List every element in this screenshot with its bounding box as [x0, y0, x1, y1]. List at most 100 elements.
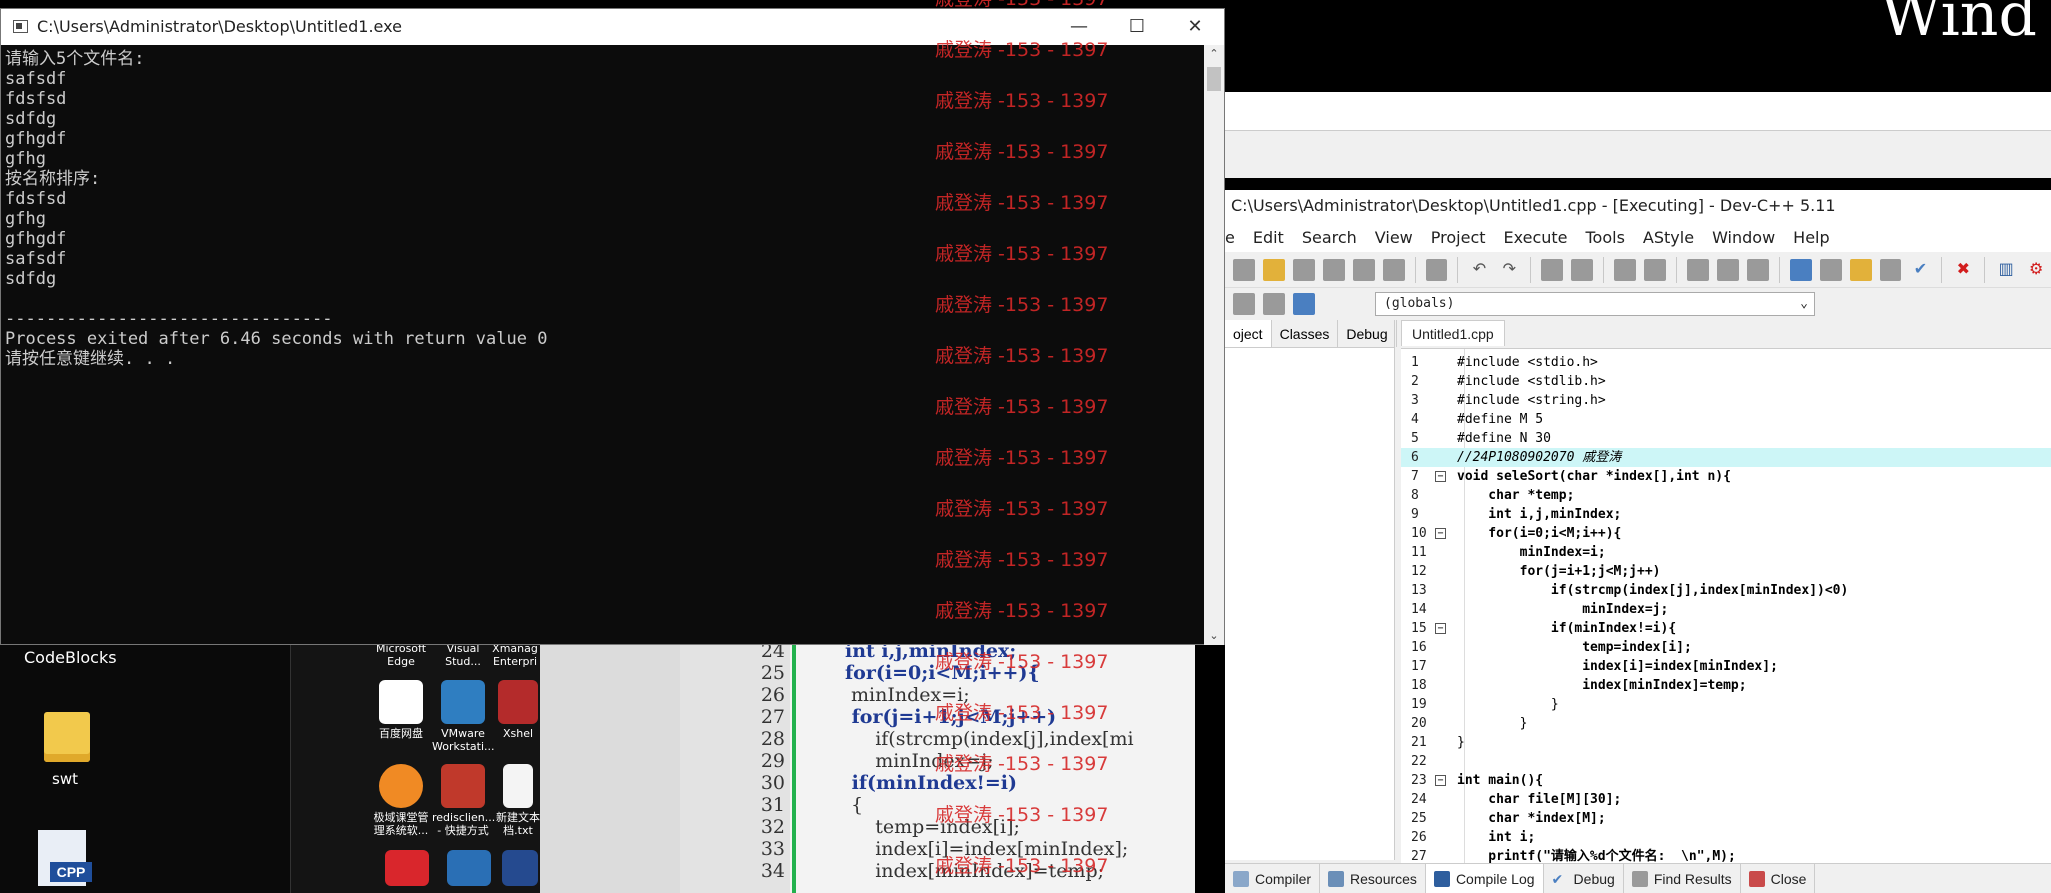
rebuild-icon[interactable] — [1879, 258, 1902, 281]
back-icon[interactable] — [1686, 258, 1709, 281]
desktop-icon-jiyu[interactable]: 极域课堂管理系统软... — [370, 764, 432, 837]
line-number: 13 — [1411, 583, 1427, 598]
code-editor[interactable]: 1 #include <stdio.h> 2 #include <stdlib.h> 3… — [1401, 348, 2051, 863]
menu-project[interactable]: Project — [1431, 228, 1486, 247]
compile-run-icon[interactable] — [1849, 258, 1872, 281]
desktop-icon-baidu[interactable]: 百度网盘 — [370, 680, 432, 740]
print-icon[interactable] — [1425, 258, 1448, 281]
fold-toggle-icon[interactable]: − — [1435, 623, 1446, 634]
chart-icon[interactable]: ▥ — [1995, 259, 2017, 281]
desktop-icon-redis[interactable]: redisclien... - 快捷方式 — [432, 764, 495, 837]
desktop-icon-xshell[interactable]: Xshel — [496, 680, 540, 740]
close-button[interactable]: ✕ — [1167, 9, 1223, 45]
tab-classes[interactable]: Classes — [1272, 320, 1339, 347]
desktop-icon-xmanager[interactable]: Xmanag Enterpri — [490, 642, 540, 668]
desktop-icon-visual-studio[interactable]: Visual Stud... — [432, 642, 494, 668]
code-text: int i; — [1457, 830, 1536, 845]
tab-close[interactable]: Close — [1741, 863, 1816, 893]
menu-help[interactable]: Help — [1793, 228, 1829, 247]
close-file-icon[interactable] — [1352, 258, 1375, 281]
devcpp-window[interactable]: C:\Users\Administrator\Desktop\Untitled1… — [1225, 190, 2051, 893]
code-text: #include <stdio.h> — [1457, 355, 1598, 370]
desktop-icon-label: VMware Workstati... — [432, 727, 495, 753]
menu-view[interactable]: View — [1375, 228, 1413, 247]
scroll-down-icon[interactable]: ⌄ — [1204, 627, 1224, 645]
new-project-icon[interactable] — [1233, 293, 1255, 315]
save-icon[interactable] — [1292, 258, 1315, 281]
desktop-icon-dev[interactable] — [500, 850, 540, 889]
tab-find-results[interactable]: Find Results — [1624, 863, 1741, 893]
code-line: 12 for(j=i+1;j<M;j++) — [1401, 562, 2051, 581]
tab-debug-bottom[interactable]: ✔ Debug — [1544, 863, 1624, 893]
fold-toggle-icon[interactable]: − — [1435, 775, 1446, 786]
desktop-icon-vmware[interactable]: VMware Workstati... — [432, 680, 495, 753]
swt-label[interactable]: swt — [52, 770, 78, 788]
tab-compile-log[interactable]: Compile Log — [1425, 863, 1544, 893]
code-text: } — [1457, 697, 1559, 712]
codeblocks-label[interactable]: CodeBlocks — [24, 648, 117, 667]
code-line: 9 int i,j,minIndex; — [1401, 505, 2051, 524]
insert-icon[interactable] — [1263, 293, 1285, 315]
forward-icon[interactable] — [1716, 258, 1739, 281]
menu-edit[interactable]: Edit — [1253, 228, 1284, 247]
desktop-icon-edge[interactable]: Microsoft Edge — [370, 642, 432, 668]
tab-resources[interactable]: Resources — [1320, 863, 1426, 893]
replace-icon[interactable] — [1571, 258, 1594, 281]
desktop-icon-textfile[interactable]: 新建文本档.txt — [496, 764, 540, 837]
open-project-icon[interactable] — [1262, 258, 1285, 281]
code-text: index[minIndex]=temp; — [1457, 678, 1747, 693]
line-number: 27 — [1411, 849, 1427, 863]
indent-icon[interactable] — [1614, 258, 1637, 281]
snowflake-icon — [447, 850, 491, 886]
syntax-check-icon[interactable]: ✔ — [1909, 259, 1931, 281]
code-line: 27 printf("请输入%d个文件名: \n",M); — [1401, 847, 2051, 863]
scroll-thumb[interactable] — [1207, 67, 1221, 91]
bookmark-icon[interactable] — [1746, 258, 1769, 281]
maximize-button[interactable]: ☐ — [1109, 9, 1165, 45]
desktop-icon-label: Xmanag Enterpri — [492, 642, 538, 668]
run-icon[interactable] — [1819, 258, 1842, 281]
globals-dropdown[interactable]: (globals) ⌄ — [1375, 292, 1815, 316]
folder-icon[interactable] — [44, 712, 90, 762]
menu-window[interactable]: Window — [1712, 228, 1775, 247]
stop-icon[interactable]: ✖ — [1952, 259, 1974, 281]
desktop-icon-wps[interactable] — [376, 850, 438, 889]
editor-file-tab[interactable]: Untitled1.cpp — [1401, 320, 1505, 346]
toggle-icon[interactable] — [1293, 293, 1315, 315]
check-icon: ✔ — [1551, 870, 1564, 887]
open-icon[interactable] — [1233, 258, 1255, 281]
debug-icon[interactable]: ⚙ — [2025, 259, 2047, 281]
menu-file[interactable]: e — [1225, 228, 1235, 247]
line-number: 6 — [1411, 450, 1419, 465]
find-icon[interactable] — [1541, 258, 1564, 281]
undo-icon[interactable]: ↶ — [1468, 259, 1490, 281]
code-line: 14 minIndex=j; — [1401, 600, 2051, 619]
menu-tools[interactable]: Tools — [1586, 228, 1625, 247]
code-line: 6 //24P1080902070 戚登涛 — [1401, 448, 2051, 467]
menu-search[interactable]: Search — [1302, 228, 1357, 247]
tab-compiler[interactable]: Compiler — [1225, 863, 1321, 893]
devcpp-title-bar[interactable]: C:\Users\Administrator\Desktop\Untitled1… — [1225, 190, 2051, 222]
console-line: fdsfsd — [5, 189, 67, 209]
devcpp-menu-bar: e Edit Search View Project Execute Tools… — [1225, 222, 2051, 252]
console-scrollbar[interactable]: ⌃ ⌄ — [1204, 45, 1224, 645]
desktop-icon-label: 新建文本档.txt — [496, 811, 540, 837]
code-text: #include <string.h> — [1457, 393, 1606, 408]
save-all-icon[interactable] — [1322, 258, 1345, 281]
desktop-icon-snow[interactable] — [438, 850, 500, 889]
unindent-icon[interactable] — [1644, 258, 1666, 281]
scroll-up-icon[interactable]: ⌃ — [1204, 45, 1224, 63]
close-all-icon[interactable] — [1382, 258, 1405, 281]
redo-icon[interactable]: ↷ — [1498, 259, 1520, 281]
background-window-strip-lower — [1225, 130, 2051, 178]
tab-project[interactable]: oject — [1225, 320, 1272, 347]
code-line: 11 minIndex=i; — [1401, 543, 2051, 562]
console-line: gfhgdf — [5, 229, 67, 249]
menu-execute[interactable]: Execute — [1504, 228, 1568, 247]
fold-toggle-icon[interactable]: − — [1435, 471, 1446, 482]
compile-icon[interactable] — [1789, 258, 1812, 281]
fold-toggle-icon[interactable]: − — [1435, 528, 1446, 539]
tab-debug[interactable]: Debug — [1338, 320, 1397, 347]
code-text: char file[M][30]; — [1457, 792, 1622, 807]
menu-astyle[interactable]: AStyle — [1643, 228, 1694, 247]
